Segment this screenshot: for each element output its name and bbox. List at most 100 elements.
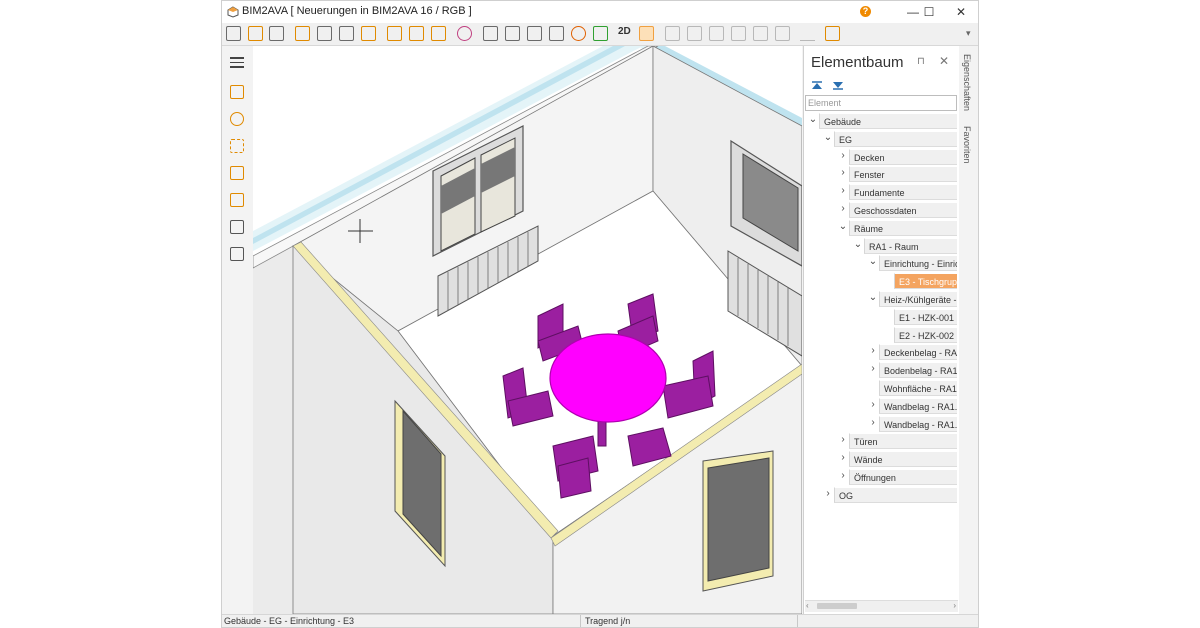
scroll-left-icon[interactable]: ‹ bbox=[806, 601, 809, 610]
tree-chevron-icon[interactable]: › bbox=[823, 488, 833, 499]
view-back-icon[interactable] bbox=[687, 26, 702, 41]
tree-item[interactable]: ⌄Einrichtung - Einricht bbox=[804, 254, 957, 272]
side-tabs: Eigenschaften Favoriten bbox=[959, 46, 978, 614]
tree-item[interactable]: › Deckenbelag - RA1 bbox=[804, 343, 957, 361]
zoom-window-icon[interactable] bbox=[317, 26, 332, 41]
help-icon[interactable]: ? bbox=[860, 6, 871, 17]
color-wheel-icon[interactable] bbox=[457, 26, 472, 41]
tree-item[interactable]: › Bodenbelag - RA1 bbox=[804, 361, 957, 379]
camera-icon[interactable] bbox=[825, 26, 840, 41]
view-left-icon[interactable] bbox=[709, 26, 724, 41]
wire-cube-icon[interactable] bbox=[269, 26, 284, 41]
view-front-icon[interactable] bbox=[665, 26, 680, 41]
tab-eigenschaften[interactable]: Eigenschaften bbox=[962, 54, 972, 111]
tree-item[interactable]: ⌄Heiz-/Kühlgeräte - H bbox=[804, 290, 957, 308]
tree-chevron-icon[interactable]: › bbox=[838, 435, 848, 445]
menu-icon[interactable] bbox=[230, 57, 244, 71]
star-select-icon[interactable] bbox=[387, 26, 402, 41]
horizontal-scrollbar[interactable]: ‹ › bbox=[805, 600, 958, 612]
tree-chevron-icon[interactable]: › bbox=[838, 471, 848, 481]
tree-item[interactable]: E1 - HZK-001 bbox=[804, 308, 957, 326]
tab-favoriten[interactable]: Favoriten bbox=[962, 126, 972, 164]
folder-icon[interactable] bbox=[230, 247, 244, 261]
tree-item-label: OG bbox=[834, 486, 957, 503]
tree-item[interactable]: › Geschossdaten bbox=[804, 201, 957, 219]
scroll-thumb[interactable] bbox=[817, 603, 857, 609]
layers-outline-icon[interactable] bbox=[527, 26, 542, 41]
view-2d-button[interactable]: 2D bbox=[618, 26, 631, 37]
tree-item[interactable]: › Wandbelag - RA1.2 bbox=[804, 415, 957, 433]
remove-icon[interactable] bbox=[431, 26, 446, 41]
close-button[interactable]: ✕ bbox=[946, 3, 976, 21]
tree-item-label: Wände bbox=[849, 451, 957, 468]
tree-item[interactable]: › Decken bbox=[804, 148, 957, 166]
tree-chevron-icon[interactable]: ⌄ bbox=[868, 257, 878, 267]
tree-item[interactable]: › Wandbelag - RA1.1 bbox=[804, 397, 957, 415]
tree-chevron-icon[interactable]: ⌄ bbox=[868, 293, 878, 303]
tree-chevron-icon[interactable]: › bbox=[838, 186, 848, 196]
tree-item-label: Wohnfläche - RA1 bbox=[879, 380, 957, 396]
measure-icon[interactable] bbox=[230, 220, 244, 234]
tree-item[interactable]: ⌄ Gebäude bbox=[804, 112, 957, 130]
zoom-icon[interactable] bbox=[230, 112, 244, 126]
view-top-icon[interactable] bbox=[753, 26, 768, 41]
tree-item[interactable]: ⌄ RA1 - Raum bbox=[804, 237, 957, 255]
tree-item-label: Fundamente bbox=[849, 184, 957, 201]
tree-chevron-icon[interactable]: ⌄ bbox=[823, 132, 833, 143]
pin-icon[interactable]: ⊓ bbox=[917, 56, 925, 67]
tree-chevron-icon[interactable]: › bbox=[868, 417, 878, 428]
zoom-selection-icon[interactable] bbox=[339, 26, 354, 41]
model-viewport[interactable] bbox=[253, 46, 802, 614]
tree-chevron-icon[interactable]: ⌄ bbox=[838, 221, 848, 232]
tree-item[interactable]: E3 - Tischgrupp bbox=[804, 272, 957, 290]
view-bottom-icon[interactable] bbox=[775, 26, 790, 41]
tree-chevron-icon[interactable]: › bbox=[868, 346, 878, 356]
select-area-icon[interactable] bbox=[230, 139, 244, 153]
tree-item-label: RA1 - Raum bbox=[864, 237, 957, 254]
tree-chevron-icon[interactable]: › bbox=[838, 204, 848, 214]
tree-chevron-icon[interactable]: › bbox=[838, 453, 848, 463]
tree-chevron-icon[interactable]: ⌄ bbox=[853, 239, 863, 250]
tree-item[interactable]: Wohnfläche - RA1 bbox=[804, 379, 957, 397]
zoom-extents-icon[interactable] bbox=[295, 26, 310, 41]
ring-chart-icon[interactable] bbox=[571, 26, 586, 41]
element-search-input[interactable] bbox=[805, 95, 957, 111]
collapse-all-icon[interactable] bbox=[812, 81, 822, 90]
view-3d-icon[interactable] bbox=[639, 26, 654, 41]
model-cube-icon[interactable] bbox=[230, 85, 244, 99]
tree-item[interactable]: › Wände bbox=[804, 450, 957, 468]
view-right-icon[interactable] bbox=[731, 26, 746, 41]
open-model-icon[interactable] bbox=[226, 26, 241, 41]
maximize-button[interactable]: ☐ bbox=[914, 3, 944, 21]
tree-chevron-icon[interactable]: › bbox=[868, 399, 878, 410]
pick-element-icon[interactable] bbox=[483, 26, 498, 41]
tree-item[interactable]: › Öffnungen bbox=[804, 468, 957, 486]
perspective-icon[interactable] bbox=[800, 26, 815, 41]
tree-item[interactable]: › Fundamente bbox=[804, 183, 957, 201]
tree-item[interactable]: ⌄ EG bbox=[804, 130, 957, 148]
tree-chevron-icon[interactable]: › bbox=[868, 364, 878, 374]
panel-close-icon[interactable]: ✕ bbox=[939, 54, 949, 68]
tree-item-label: Bodenbelag - RA1 bbox=[879, 362, 957, 379]
add-element-icon[interactable] bbox=[230, 193, 244, 207]
orange-cube-icon[interactable] bbox=[248, 26, 263, 41]
layers-stack-icon[interactable] bbox=[549, 26, 564, 41]
tree-item[interactable]: › Fenster bbox=[804, 165, 957, 183]
tree-item[interactable]: › OG bbox=[804, 486, 957, 504]
scroll-right-icon[interactable]: › bbox=[953, 601, 956, 610]
bar-chart-icon[interactable] bbox=[593, 26, 608, 41]
expand-all-icon[interactable] bbox=[833, 81, 843, 90]
cross-box-icon[interactable] bbox=[230, 166, 244, 180]
tree-item-label: Deckenbelag - RA1 bbox=[879, 344, 957, 361]
tree-chevron-icon[interactable]: ⌄ bbox=[808, 115, 818, 125]
section-icon[interactable] bbox=[361, 26, 376, 41]
tree-chevron-icon[interactable]: › bbox=[838, 168, 848, 178]
tree-item[interactable]: ⌄ Räume bbox=[804, 219, 957, 237]
add-icon[interactable] bbox=[409, 26, 424, 41]
tree-item[interactable]: E2 - HZK-002 bbox=[804, 326, 957, 344]
layers-icon[interactable] bbox=[505, 26, 520, 41]
toolbar-overflow-icon[interactable]: ▾ bbox=[966, 28, 971, 39]
tree-chevron-icon[interactable]: › bbox=[838, 150, 848, 161]
tree-item[interactable]: › Türen bbox=[804, 432, 957, 450]
